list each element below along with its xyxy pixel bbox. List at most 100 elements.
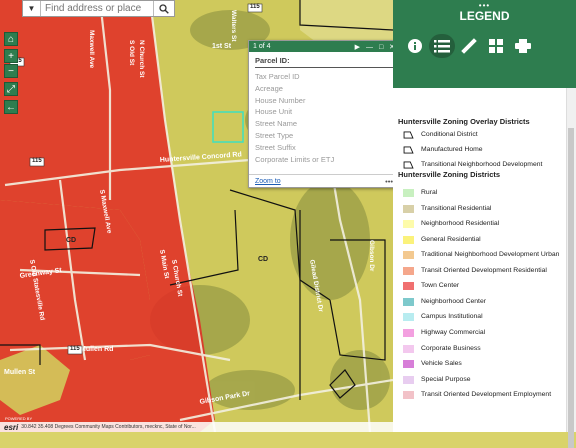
zoom-out-icon: − <box>8 65 14 77</box>
svg-text:1st St: 1st St <box>212 43 232 50</box>
overlay-section-title: Huntersville Zoning Overlay Districts <box>398 117 530 126</box>
fullscreen-button[interactable]: ⤢ <box>4 82 18 96</box>
legend-item-label: Town Center <box>421 282 460 290</box>
popup-footer: Zoom to ••• <box>249 174 399 187</box>
legend-swatch <box>403 391 414 400</box>
basemap-gallery-icon <box>489 39 503 53</box>
legend-swatch <box>403 297 414 306</box>
search-button[interactable] <box>153 1 174 16</box>
legend-swatch <box>403 375 414 384</box>
legend-item: Manufactured Home <box>403 146 483 154</box>
legend-swatch <box>403 189 414 197</box>
legend-swatch <box>403 344 414 353</box>
legend-swatch <box>403 235 414 244</box>
next-feature-icon[interactable]: ▶ <box>355 44 360 51</box>
cd-label: CD <box>258 256 269 263</box>
popup-field: Street Suffix <box>255 142 296 152</box>
legend-item: Highway Commercial <box>403 328 485 337</box>
legend-item-label: Conditional District <box>421 131 478 138</box>
popup-field: Tax Parcel ID <box>255 72 300 81</box>
search-bar: ▼ <box>22 0 175 17</box>
legend-item: Conditional District <box>403 131 478 139</box>
districts-section-title: Huntersville Zoning Districts <box>398 170 501 179</box>
highway-shield-label: 115 <box>32 158 42 164</box>
zoom-out-button[interactable]: − <box>4 64 18 78</box>
panel-toolbar <box>393 34 576 58</box>
about-button[interactable] <box>402 34 428 58</box>
legend-swatch <box>403 328 414 337</box>
legend-item-label: Transitional Neighborhood Development <box>421 161 543 168</box>
measure-ruler-icon <box>461 38 477 54</box>
legend-item-label: Vehicle Sales <box>421 360 462 368</box>
zoom-in-button[interactable]: + <box>4 49 18 63</box>
parcel-popup: 1 of 4 ▶ — □ ✕ Parcel ID: Tax Parcel ID … <box>248 40 400 188</box>
popup-title: Parcel ID: <box>255 56 393 68</box>
popup-field: Acreage <box>255 83 283 93</box>
fullscreen-icon: ⤢ <box>7 83 15 95</box>
legend-swatch <box>403 266 414 275</box>
conditional-district-swatch <box>403 131 414 139</box>
popup-field: Corporate Limits or ETJ <box>255 154 335 164</box>
cd-label: CD <box>66 237 77 244</box>
legend-item-label: Campus Institutional <box>421 313 483 321</box>
print-button[interactable] <box>510 34 536 58</box>
legend-item-label: Corporate Business <box>421 344 481 352</box>
legend-item: Campus Institutional <box>403 313 483 322</box>
home-button[interactable]: ⌂ <box>4 32 18 46</box>
maximize-icon[interactable]: □ <box>379 44 383 51</box>
basemap-button[interactable] <box>483 34 509 58</box>
legend-item-label: General Residential <box>421 235 481 243</box>
svg-text:Walters St: Walters St <box>230 10 237 42</box>
zoom-to-link[interactable]: Zoom to <box>255 178 281 185</box>
legend-button[interactable] <box>429 34 455 58</box>
zoom-in-icon: + <box>8 50 14 62</box>
popup-field: Street Name <box>255 119 298 129</box>
svg-text:Maxwell Ave: Maxwell Ave <box>88 30 95 69</box>
legend-item-label: Special Purpose <box>421 375 471 383</box>
legend-item-label: Transit Oriented Development Residential <box>421 266 547 274</box>
svg-text:Mullen Rd: Mullen Rd <box>80 346 113 353</box>
esri-logo: esri <box>4 422 19 432</box>
legend-swatch <box>403 220 414 229</box>
home-icon: ⌂ <box>7 33 15 45</box>
legend-panel: ••• LEGEND Huntersville Zoning Overlay D… <box>393 0 576 448</box>
back-arrow-icon: ← <box>6 101 16 113</box>
attribution-bar: esri 30.842 35.408 Degrees Community Map… <box>0 422 393 432</box>
svg-text:S Old St: S Old St <box>128 40 135 66</box>
legend-swatch <box>403 313 414 322</box>
legend-item-label: Transit Oriented Development Employment <box>421 391 552 399</box>
legend-item-label: Neighborhood Center <box>421 297 486 305</box>
more-options-icon[interactable]: ••• <box>385 177 393 186</box>
highway-shield-label: 115 <box>250 4 260 10</box>
manufactured-home-swatch <box>403 146 414 154</box>
legend-item: Rural <box>403 189 437 197</box>
popup-field: House Number <box>255 95 306 105</box>
caret-down-icon[interactable]: ▼ <box>23 1 41 16</box>
svg-text:Gibson Dr: Gibson Dr <box>368 240 375 272</box>
legend-item: Transit Oriented Development Employment <box>403 391 552 400</box>
legend-swatch <box>403 204 414 213</box>
popup-counter: 1 of 4 <box>253 43 271 50</box>
transitional-neighborhood-swatch <box>403 161 414 169</box>
minimize-icon[interactable]: — <box>366 44 373 51</box>
legend-item: General Residential <box>403 235 481 244</box>
legend-item: Transitional Residential <box>403 204 491 213</box>
measure-button[interactable] <box>456 34 482 58</box>
legend-item: Neighborhood Center <box>403 297 486 306</box>
legend-swatch <box>403 360 414 369</box>
legend-scrollbar[interactable] <box>566 88 576 448</box>
legend-item-label: Rural <box>421 189 438 196</box>
legend-item-label: Traditional Neighborhood Development Urb… <box>421 251 560 259</box>
highway-shield-label: 115 <box>70 346 80 352</box>
popup-header: 1 of 4 ▶ — □ ✕ <box>249 41 399 52</box>
powered-by-text: POWERED BY <box>5 416 33 421</box>
legend-item: Vehicle Sales <box>403 360 462 369</box>
legend-swatch <box>403 282 414 291</box>
scrollbar-thumb[interactable] <box>568 128 574 448</box>
legend-item: Transit Oriented Development Residential <box>403 266 547 275</box>
back-button[interactable]: ← <box>4 100 18 114</box>
about-icon <box>408 39 422 53</box>
legend-item: Corporate Business <box>403 344 481 353</box>
magnifier-icon <box>159 3 169 14</box>
search-input[interactable] <box>41 3 153 14</box>
